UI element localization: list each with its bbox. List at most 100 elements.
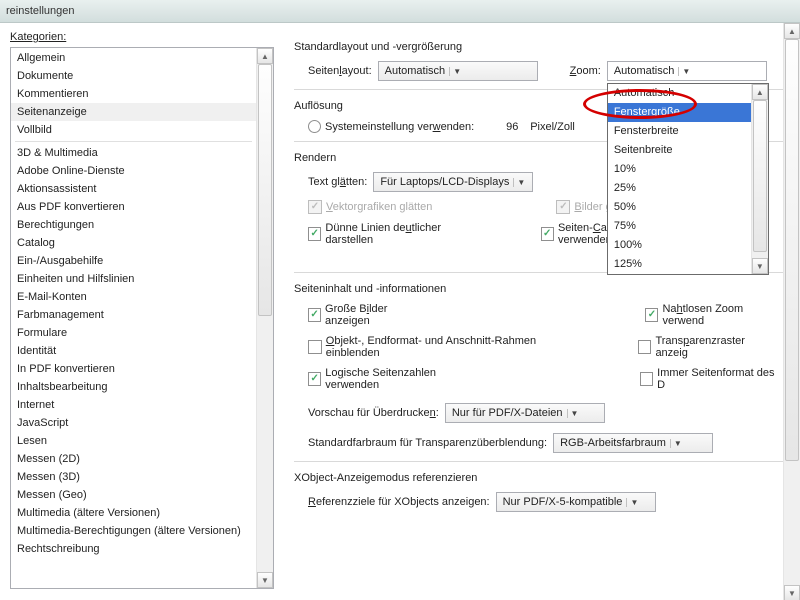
list-item[interactable]: Internet — [11, 396, 256, 414]
use-system-label: Systemeinstellung verwenden: — [325, 121, 474, 133]
list-item[interactable]: Aktionsassistent — [11, 180, 256, 198]
scroll-up-icon[interactable]: ▲ — [257, 48, 273, 64]
dropdown-item[interactable]: Seitenbreite — [608, 141, 751, 160]
dropdown-item[interactable]: 10% — [608, 160, 751, 179]
dropdown-item[interactable]: 100% — [608, 236, 751, 255]
list-item[interactable]: In PDF konvertieren — [11, 360, 256, 378]
vector-label: Vektorgrafiken glätten — [326, 201, 432, 213]
list-item[interactable]: Seitenanzeige — [11, 103, 256, 121]
chevron-down-icon: ▼ — [670, 439, 685, 448]
blendspace-label: Standardfarbraum für Transparenzüberblen… — [308, 437, 547, 449]
checkbox-icon — [308, 340, 322, 354]
checkbox-icon — [308, 372, 321, 386]
list-item[interactable]: Multimedia (ältere Versionen) — [11, 504, 256, 522]
chevron-down-icon: ▼ — [567, 409, 582, 418]
transparency-grid-label: Transparenzraster anzeig — [655, 335, 778, 359]
xobject-ref-combo[interactable]: Nur PDF/X-5-kompatible ▼ — [496, 492, 656, 512]
checkbox-icon — [645, 308, 658, 322]
scroll-down-icon[interactable]: ▼ — [784, 585, 800, 600]
page-layout-combo[interactable]: Automatisch ▼ — [378, 61, 538, 81]
scroll-down-icon[interactable]: ▼ — [257, 572, 273, 588]
always-pagefmt-checkbox[interactable]: Immer Seitenformat des D — [640, 367, 778, 391]
pane-scrollbar[interactable]: ▲ ▼ — [783, 23, 800, 600]
group-xobject-title: XObject-Anzeigemodus referenzieren — [294, 472, 800, 484]
radio-icon — [308, 120, 321, 133]
dropdown-item[interactable]: 125% — [608, 255, 751, 274]
list-item[interactable]: JavaScript — [11, 414, 256, 432]
use-system-radio[interactable]: Systemeinstellung verwenden: — [308, 120, 474, 133]
list-item[interactable]: Multimedia-Berechtigungen (ältere Versio… — [11, 522, 256, 540]
text-smooth-combo[interactable]: Für Laptops/LCD-Displays ▼ — [373, 172, 533, 192]
large-images-label: Große Bilder anzeigen — [325, 303, 426, 327]
list-item[interactable]: Vollbild — [11, 121, 256, 139]
scrollbar-thumb[interactable] — [785, 39, 799, 461]
page-layout-label: Seitenlayout: — [308, 65, 372, 77]
large-images-checkbox[interactable]: Große Bilder anzeigen — [308, 303, 426, 327]
seamless-zoom-checkbox[interactable]: Nahtlosen Zoom verwend — [645, 303, 778, 327]
separator — [15, 141, 252, 142]
boxes-checkbox[interactable]: Objekt-, Endformat- und Anschnitt-Rahmen… — [308, 335, 588, 359]
checkbox-icon — [640, 372, 653, 386]
zoom-combo[interactable]: Automatisch ▼ — [607, 61, 767, 81]
logical-numbers-label: Logische Seitenzahlen verwenden — [325, 367, 483, 391]
logical-numbers-checkbox[interactable]: Logische Seitenzahlen verwenden — [308, 367, 483, 391]
settings-pane: Standardlayout und -vergrößerung Seitenl… — [280, 23, 800, 600]
list-item[interactable]: Berechtigungen — [11, 216, 256, 234]
list-item[interactable]: Messen (3D) — [11, 468, 256, 486]
overprint-value: Nur für PDF/X-Dateien — [452, 407, 563, 419]
overprint-combo[interactable]: Nur für PDF/X-Dateien ▼ — [445, 403, 605, 423]
list-item[interactable]: Kommentieren — [11, 85, 256, 103]
categories-scrollbar[interactable]: ▲ ▼ — [256, 48, 273, 588]
group-content-title: Seiteninhalt und -informationen — [294, 283, 800, 295]
list-item[interactable]: Adobe Online-Dienste — [11, 162, 256, 180]
text-smooth-value: Für Laptops/LCD-Displays — [380, 176, 509, 188]
list-item[interactable]: Identität — [11, 342, 256, 360]
list-item[interactable]: Ein-/Ausgabehilfe — [11, 252, 256, 270]
scrollbar-thumb[interactable] — [258, 64, 272, 316]
scroll-down-icon[interactable]: ▼ — [752, 258, 768, 274]
transparency-grid-checkbox[interactable]: Transparenzraster anzeig — [638, 335, 778, 359]
dropdown-scrollbar[interactable]: ▲ ▼ — [751, 84, 768, 274]
page-layout-value: Automatisch — [385, 65, 446, 77]
dropdown-item[interactable]: 25% — [608, 179, 751, 198]
scrollbar-thumb[interactable] — [753, 100, 767, 252]
thin-lines-checkbox[interactable]: Dünne Linien deutlicher darstellen — [308, 222, 484, 246]
list-item[interactable]: Dokumente — [11, 67, 256, 85]
list-item[interactable]: Einheiten und Hilfslinien — [11, 270, 256, 288]
list-item[interactable]: Allgemein — [11, 49, 256, 67]
dropdown-item[interactable]: 75% — [608, 217, 751, 236]
dropdown-item[interactable]: Fenstergröße — [608, 103, 751, 122]
chevron-down-icon: ▼ — [513, 178, 528, 187]
list-item[interactable]: 3D & Multimedia — [11, 144, 256, 162]
always-pagefmt-label: Immer Seitenformat des D — [657, 367, 778, 391]
chevron-down-icon: ▼ — [449, 67, 464, 76]
checkbox-icon — [556, 200, 570, 214]
list-item[interactable]: Messen (2D) — [11, 450, 256, 468]
blendspace-combo[interactable]: RGB-Arbeitsfarbraum ▼ — [553, 433, 713, 453]
dropdown-item[interactable]: 50% — [608, 198, 751, 217]
dropdown-item[interactable]: Fensterbreite — [608, 122, 751, 141]
list-item[interactable]: Lesen — [11, 432, 256, 450]
xobject-ref-label: Referenzziele für XObjects anzeigen: — [308, 496, 490, 508]
window-title: reinstellungen — [0, 0, 800, 23]
scroll-up-icon[interactable]: ▲ — [784, 23, 800, 39]
list-item[interactable]: Farbmanagement — [11, 306, 256, 324]
list-item[interactable]: Rechtschreibung — [11, 540, 256, 558]
list-item[interactable]: Messen (Geo) — [11, 486, 256, 504]
list-item[interactable]: Aus PDF konvertieren — [11, 198, 256, 216]
vector-checkbox: Vektorgrafiken glätten — [308, 200, 432, 214]
list-item[interactable]: Formulare — [11, 324, 256, 342]
list-item[interactable]: E-Mail-Konten — [11, 288, 256, 306]
blendspace-value: RGB-Arbeitsfarbraum — [560, 437, 666, 449]
scroll-up-icon[interactable]: ▲ — [752, 84, 768, 100]
seamless-zoom-label: Nahtlosen Zoom verwend — [662, 303, 778, 327]
zoom-dropdown[interactable]: AutomatischFenstergrößeFensterbreiteSeit… — [607, 83, 769, 275]
dropdown-item[interactable]: Automatisch — [608, 84, 751, 103]
categories-listbox[interactable]: AllgemeinDokumenteKommentierenSeitenanze… — [10, 47, 274, 589]
list-item[interactable]: Catalog — [11, 234, 256, 252]
resolution-value: 96 — [500, 121, 524, 133]
list-item[interactable]: Inhaltsbearbeitung — [11, 378, 256, 396]
overprint-label: Vorschau für Überdrucken: — [308, 407, 439, 419]
categories-pane: Kategorien: AllgemeinDokumenteKommentier… — [0, 23, 280, 600]
zoom-value: Automatisch — [614, 65, 675, 77]
